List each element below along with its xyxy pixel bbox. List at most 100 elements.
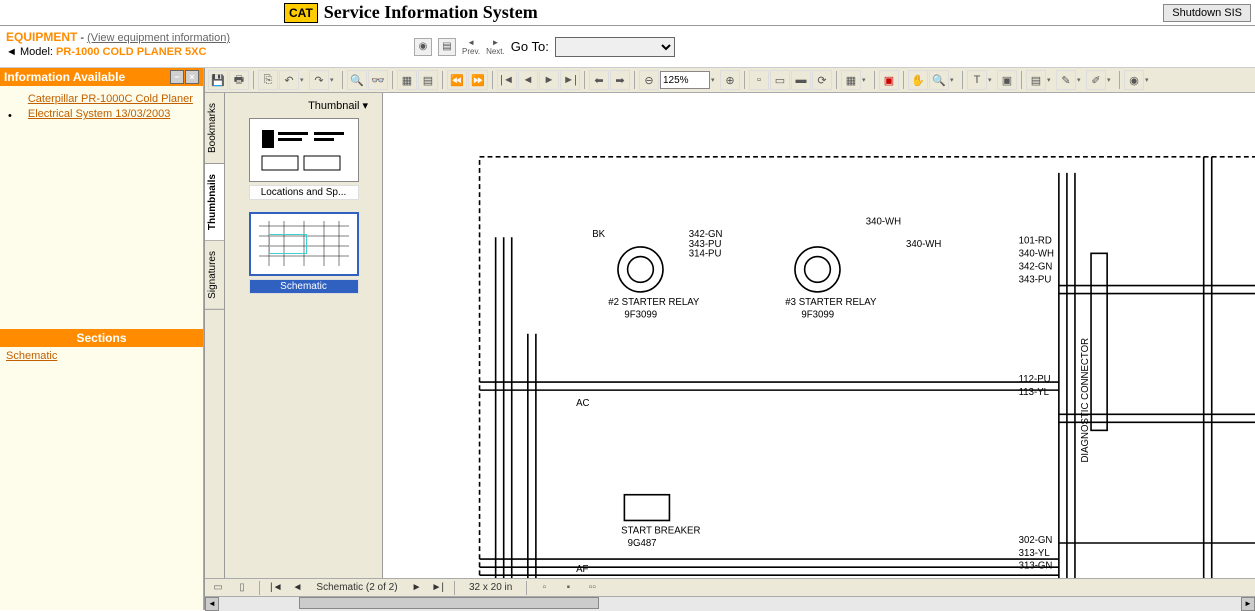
thumbnail-label-2: Schematic [249, 279, 359, 294]
left-sidebar: Information Available − × Caterpillar PR… [0, 68, 204, 610]
scroll-right-icon[interactable]: ► [1241, 597, 1255, 611]
model-label: Model: [20, 46, 53, 58]
thumbnail-dropdown[interactable]: Thumbnail ▾ [229, 97, 378, 118]
zoom-input[interactable] [660, 71, 710, 89]
facing-icon[interactable]: ▫▫ [585, 581, 599, 595]
scroll-track[interactable] [219, 597, 1241, 611]
redo-icon[interactable]: ↷ [309, 70, 329, 90]
svg-text:#3 STARTER RELAY: #3 STARTER RELAY [785, 297, 877, 308]
svg-text:BK: BK [592, 229, 605, 240]
bookmarks-icon[interactable]: ▤ [418, 70, 438, 90]
thumbnail-panel: Thumbnail ▾ Locations and Sp... Schemati… [225, 93, 383, 578]
svg-text:302-GN: 302-GN [1019, 535, 1053, 546]
svg-text:113-YL: 113-YL [1019, 387, 1050, 398]
continuous-icon[interactable]: ▪ [561, 581, 575, 595]
svg-text:AF: AF [576, 564, 588, 575]
copy-icon[interactable]: ⎘ [258, 70, 278, 90]
fit-page-icon[interactable]: ▭ [770, 70, 790, 90]
svg-text:343-PU: 343-PU [1019, 274, 1052, 285]
scroll-left-icon[interactable]: ◄ [205, 597, 219, 611]
snapshot-icon[interactable]: ▣ [997, 70, 1017, 90]
book-icon[interactable]: ▤ [438, 38, 456, 56]
page-prev-icon[interactable]: |◄ [270, 582, 283, 593]
tab-bookmarks[interactable]: Bookmarks [205, 93, 224, 164]
scroll-thumb[interactable] [299, 597, 599, 609]
first-page-icon[interactable]: |◄ [497, 70, 517, 90]
goto-select[interactable] [555, 37, 675, 57]
back-icon[interactable]: ⬅ [589, 70, 609, 90]
page-layout2-icon[interactable]: ▯ [235, 581, 249, 595]
pdf-viewer: 💾 🖶 ⎘ ↶▾ ↷▾ 🔍 👓 ▦ ▤ ⏪ ⏩ |◄ ◄ ► ►| ⬅ ➡ ⊖ [204, 68, 1255, 610]
shutdown-button[interactable]: Shutdown SIS [1163, 4, 1251, 22]
zoom-out-icon[interactable]: ⊖ [639, 70, 659, 90]
zoom-tool-icon[interactable]: 🔍 [929, 70, 949, 90]
note-icon[interactable]: ▤ [1026, 70, 1046, 90]
thumbnail-item-2[interactable]: Schematic [229, 212, 378, 294]
pdf-toolbar: 💾 🖶 ⎘ ↶▾ ↷▾ 🔍 👓 ▦ ▤ ⏪ ⏩ |◄ ◄ ► ►| ⬅ ➡ ⊖ [205, 68, 1255, 93]
forward-icon[interactable]: ➡ [610, 70, 630, 90]
rotate-icon[interactable]: ⟳ [812, 70, 832, 90]
page-layout-icon[interactable]: ▭ [211, 581, 225, 595]
model-value: PR-1000 COLD PLANER 5XC [56, 46, 206, 58]
main-area: Information Available − × Caterpillar PR… [0, 68, 1255, 610]
text-select-icon[interactable]: T [967, 70, 987, 90]
highlight-icon[interactable]: ✎ [1056, 70, 1076, 90]
right-end-icon[interactable]: ⏩ [468, 70, 488, 90]
fit-width-icon[interactable]: ▬ [791, 70, 811, 90]
search-icon[interactable]: 🔍 [347, 70, 367, 90]
binoculars-icon[interactable]: 👓 [368, 70, 388, 90]
equipment-info-link[interactable]: (View equipment information) [87, 32, 230, 44]
horizontal-scrollbar[interactable]: ◄ ► [205, 596, 1255, 610]
svg-text:340-WH: 340-WH [906, 239, 941, 250]
save-icon[interactable]: 💾 [208, 70, 228, 90]
minimize-icon[interactable]: − [170, 70, 184, 84]
actual-size-icon[interactable]: ▫ [749, 70, 769, 90]
globe-icon[interactable]: ◉ [414, 38, 432, 56]
equipment-block: EQUIPMENT - (View equipment information)… [0, 26, 284, 67]
document-link[interactable]: Caterpillar PR-1000C Cold Planer Electri… [28, 92, 195, 123]
subheader: EQUIPMENT - (View equipment information)… [0, 26, 1255, 68]
app-header: CAT Service Information System Shutdown … [0, 0, 1255, 26]
thumbnails-icon[interactable]: ▦ [397, 70, 417, 90]
next-page-icon[interactable]: ► [539, 70, 559, 90]
svg-text:314-PU: 314-PU [689, 249, 722, 260]
prev-page-icon[interactable]: ◄ [518, 70, 538, 90]
stamp-icon[interactable]: ◉ [1124, 70, 1144, 90]
close-icon[interactable]: × [185, 70, 199, 84]
schematic-canvas[interactable]: #2 STARTER RELAY 9F3099 #3 STARTER RELAY… [383, 93, 1255, 578]
svg-text:9F3099: 9F3099 [624, 310, 657, 321]
goto-label: Go To: [511, 39, 549, 54]
tab-signatures[interactable]: Signatures [205, 241, 224, 310]
page-last-icon[interactable]: ►| [431, 582, 444, 593]
back-arrow-icon[interactable]: ◄ [6, 46, 20, 58]
next-button[interactable]: ►Next. [486, 38, 505, 56]
svg-text:101-RD: 101-RD [1019, 236, 1052, 247]
page-next-icon[interactable]: ► [412, 582, 422, 593]
cat-logo: CAT [284, 3, 318, 23]
svg-text:342-GN: 342-GN [1019, 261, 1053, 272]
last-page-icon[interactable]: ►| [560, 70, 580, 90]
undo-icon[interactable]: ↶ [279, 70, 299, 90]
adobe-icon[interactable]: ▣ [879, 70, 899, 90]
equipment-label: EQUIPMENT [6, 30, 77, 44]
svg-text:#2 STARTER RELAY: #2 STARTER RELAY [608, 297, 700, 308]
left-end-icon[interactable]: ⏪ [447, 70, 467, 90]
thumbnail-preview-2[interactable] [249, 212, 359, 276]
prev-button[interactable]: ◄Prev. [462, 38, 480, 56]
svg-text:AC: AC [576, 398, 589, 409]
side-tabs: Bookmarks Thumbnails Signatures [205, 93, 225, 578]
svg-text:313-GN: 313-GN [1019, 561, 1053, 572]
tab-thumbnails[interactable]: Thumbnails [205, 164, 224, 241]
page-back-icon[interactable]: ◄ [293, 582, 303, 593]
page-size: 32 x 20 in [465, 582, 516, 593]
hand-icon[interactable]: ✋ [908, 70, 928, 90]
pencil-icon[interactable]: ✐ [1086, 70, 1106, 90]
section-schematic-link[interactable]: Schematic [0, 347, 203, 365]
single-page-icon[interactable]: ▫ [537, 581, 551, 595]
zoom-in-icon[interactable]: ⊕ [720, 70, 740, 90]
thumbnail-item-1[interactable]: Locations and Sp... [229, 118, 378, 200]
print-icon[interactable]: 🖶 [229, 70, 249, 90]
svg-text:340-WH: 340-WH [1019, 249, 1054, 260]
thumbnail-preview-1[interactable] [249, 118, 359, 182]
form-icon[interactable]: ▦ [841, 70, 861, 90]
